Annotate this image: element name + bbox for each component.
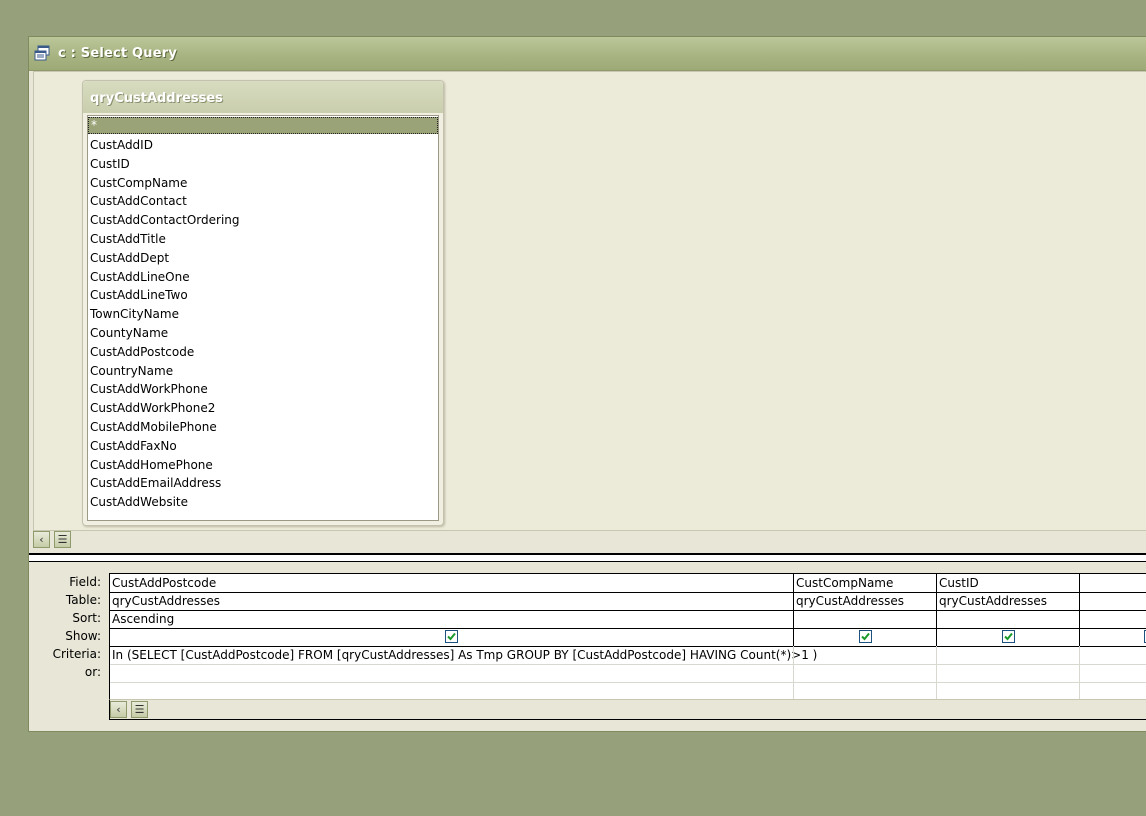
design-grid-area: Field: Table: Sort: Show: Criteria: or: CustA… [29,563,1146,729]
grid-cell-table[interactable]: qryCustAddresses [794,592,937,610]
field-list-item[interactable]: CountyName [88,324,438,343]
grid-cell-or[interactable] [110,664,794,682]
grid-column-divider [793,646,794,700]
grid-cell-field[interactable]: CustCompName [794,574,937,592]
field-list-title: qryCustAddresses [90,91,223,106]
grid-cell-field[interactable]: CustAddPostcode [110,574,794,592]
row-labels: Field: Table: Sort: Show: Criteria: or: [29,573,105,681]
grid-row-divider [110,646,1146,647]
grid-row-divider [110,592,1146,593]
field-list-item[interactable]: CustAddTitle [88,230,438,249]
grid-cell-sort[interactable] [1080,610,1146,628]
grid-column-divider [1079,646,1080,700]
grid-row-divider [110,664,1146,665]
grid-cell-table[interactable]: qryCustAddresses [110,592,794,610]
checkmark-icon [1004,632,1013,641]
checkmark-icon [861,632,870,641]
show-checkbox[interactable] [1002,630,1015,643]
chevron-left-icon[interactable]: ‹ [33,531,50,548]
field-list-item[interactable]: CustAddHomePhone [88,456,438,475]
row-label: Table: [65,593,101,607]
field-list-item[interactable]: CountryName [88,362,438,381]
field-list-item[interactable]: CustAddLineOne [88,268,438,287]
title-bar[interactable]: c : Select Query [29,37,1146,71]
query-window: c : Select Query qryCustAddresses * CustA… [28,36,1146,732]
field-list-item[interactable]: CustAddMobilePhone [88,418,438,437]
field-list-item[interactable]: CustAddDept [88,249,438,268]
grid-cell-table[interactable]: qryCustAddresses [937,592,1080,610]
grid-cell-criteria[interactable] [1080,646,1146,664]
grid-cell-field[interactable] [1080,574,1146,592]
row-label: or: [84,665,101,679]
field-list-title-bar[interactable]: qryCustAddresses [83,81,443,113]
grid-cell-or[interactable] [937,664,1080,682]
grid-cell-table[interactable] [1080,592,1146,610]
grid-cell-criteria[interactable] [794,646,937,664]
show-checkbox[interactable] [445,630,458,643]
grid-column-divider[interactable] [1079,574,1080,646]
grid-cell-field[interactable]: CustID [937,574,1080,592]
grid-bottom-border [109,719,1146,720]
grid-cell-sort[interactable] [794,610,937,628]
table-pane-scrollbar[interactable]: ‹ ☰ [33,531,73,549]
grid-cell-sort[interactable] [937,610,1080,628]
field-list[interactable]: * CustAddID CustID CustCompName CustAddConta… [87,115,439,521]
scroll-thumb-icon[interactable]: ☰ [54,531,71,548]
field-list-window[interactable]: qryCustAddresses * CustAddID CustID CustCom… [82,80,444,526]
field-list-item[interactable]: TownCityName [88,305,438,324]
query-icon[interactable] [34,45,50,61]
grid-cell-criteria[interactable] [937,646,1080,664]
chevron-left-icon[interactable]: ‹ [110,701,127,718]
field-list-item[interactable]: CustAddLineTwo [88,286,438,305]
field-list-item[interactable]: CustID [88,155,438,174]
grid-cell-or[interactable] [794,664,937,682]
scroll-thumb-icon[interactable]: ☰ [131,701,148,718]
field-list-item[interactable]: CustAddContactOrdering [88,211,438,230]
grid-row-divider [110,682,1146,683]
design-grid[interactable]: CustAddPostcode qryCustAddresses Ascending… [109,573,1146,700]
pane-splitter[interactable] [29,553,1146,562]
grid-row-divider [110,628,1146,629]
grid-column-divider[interactable] [936,574,937,646]
field-list-item[interactable]: CustAddPostcode [88,343,438,362]
field-list-item[interactable]: CustAddContact [88,192,438,211]
grid-column-divider [936,646,937,700]
grid-row-divider [110,610,1146,611]
field-list-item-all[interactable]: * [88,117,438,134]
field-list-item[interactable]: CustAddWorkPhone [88,380,438,399]
grid-column-divider[interactable] [793,574,794,646]
field-list-item[interactable]: CustAddWebsite [88,493,438,512]
field-list-item[interactable]: CustCompName [88,174,438,193]
window-title: c : Select Query [58,46,178,61]
checkmark-icon [447,632,456,641]
field-list-item[interactable]: CustAddWorkPhone2 [88,399,438,418]
field-list-item[interactable]: CustAddEmailAddress [88,474,438,493]
row-label: Field: [69,575,101,589]
field-list-item[interactable]: CustAddID [88,136,438,155]
grid-cell-sort[interactable]: Ascending [110,610,794,628]
show-checkbox[interactable] [859,630,872,643]
grid-cell-or[interactable] [1080,664,1146,682]
row-label: Criteria: [52,647,101,661]
grid-cell-criteria[interactable]: In (SELECT [CustAddPostcode] FROM [qryCu… [110,646,817,664]
grid-scrollbar[interactable]: ‹ ☰ [109,699,1146,720]
row-label: Show: [65,629,101,643]
table-pane[interactable]: qryCustAddresses * CustAddID CustID CustCom… [33,71,1146,531]
field-list-item[interactable]: CustAddFaxNo [88,437,438,456]
row-label: Sort: [72,611,101,625]
